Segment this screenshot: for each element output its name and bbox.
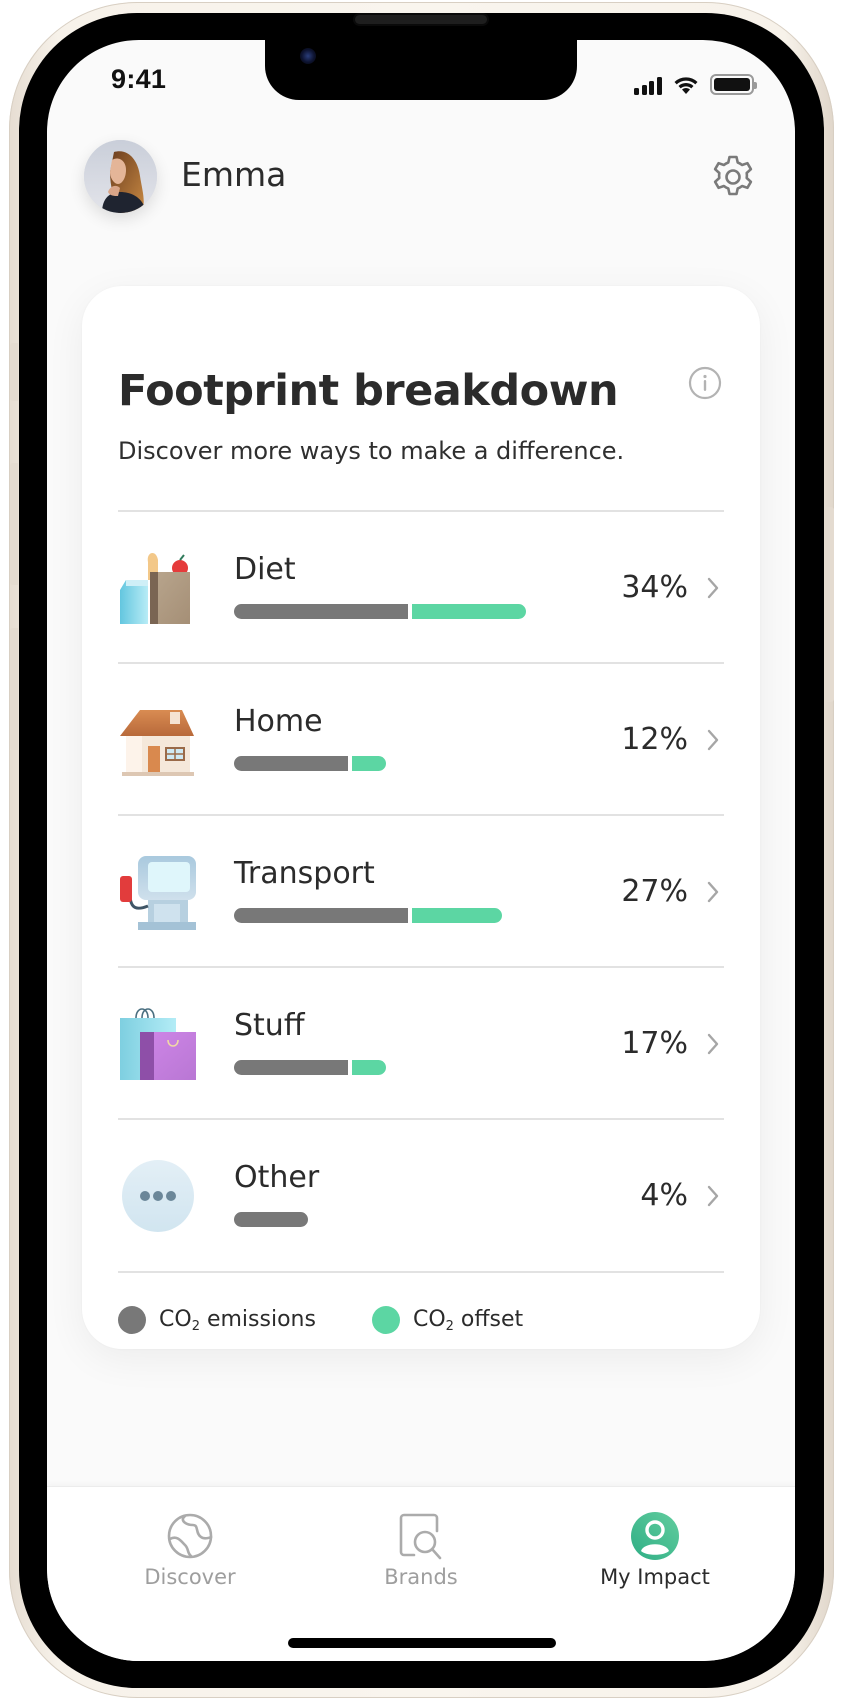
wifi-icon <box>674 77 697 94</box>
notch <box>265 40 577 100</box>
legend: CO2 emissions CO2 offset <box>118 1306 523 1334</box>
house-icon <box>120 710 194 776</box>
footprint-bar <box>234 908 502 923</box>
footprint-bar <box>234 756 386 771</box>
category-row-diet[interactable]: Diet 34% <box>82 512 760 664</box>
tab-my-impact[interactable]: My Impact <box>555 1487 755 1617</box>
emissions-bar-segment <box>234 908 408 923</box>
chevron-right-icon <box>707 577 719 599</box>
cellular-signal-icon <box>634 77 662 95</box>
offset-bar-segment <box>412 908 502 923</box>
avatar[interactable] <box>84 140 157 213</box>
category-percent: 4% <box>640 1178 688 1213</box>
volume-up-button <box>10 463 18 585</box>
status-time: 9:41 <box>111 64 167 94</box>
category-row-stuff[interactable]: Stuff 17% <box>82 968 760 1120</box>
user-name: Emma <box>181 155 287 194</box>
tab-brands[interactable]: Brands <box>321 1487 521 1617</box>
app-screen: 9:41 Emma Footprint breakdown Discover m… <box>47 40 795 1661</box>
earpiece-speaker <box>355 15 487 24</box>
category-percent: 34% <box>621 570 688 605</box>
footprint-bar <box>234 604 526 619</box>
legend-label: CO2 emissions <box>159 1306 316 1334</box>
offset-bar-segment <box>412 604 526 619</box>
more-dots-icon <box>122 1160 194 1232</box>
volume-down-button <box>10 628 18 750</box>
emissions-bar-segment <box>234 604 408 619</box>
chevron-right-icon <box>707 881 719 903</box>
home-indicator[interactable] <box>288 1638 556 1648</box>
globe-icon <box>167 1513 213 1559</box>
offset-bar-segment <box>352 1060 386 1075</box>
legend-item-offset: CO2 offset <box>371 1306 524 1334</box>
emissions-bar-segment <box>234 756 348 771</box>
category-percent: 17% <box>621 1026 688 1061</box>
battery-icon <box>709 74 757 95</box>
front-camera <box>300 48 316 64</box>
chevron-right-icon <box>707 729 719 751</box>
tab-label: Discover <box>144 1565 236 1589</box>
category-percent: 27% <box>621 874 688 909</box>
brand-search-icon <box>399 1513 442 1560</box>
shopping-bags-icon <box>120 1008 196 1080</box>
profile-icon <box>631 1512 679 1560</box>
category-row-transport[interactable]: Transport 27% <box>82 816 760 968</box>
offset-bar-segment <box>352 756 386 771</box>
card-subtitle: Discover more ways to make a difference. <box>118 437 625 465</box>
tab-discover[interactable]: Discover <box>90 1487 290 1617</box>
footprint-bar <box>234 1060 386 1075</box>
tab-label: My Impact <box>600 1565 710 1589</box>
silent-switch <box>10 343 18 401</box>
category-row-home[interactable]: Home 12% <box>82 664 760 816</box>
emissions-swatch <box>118 1306 146 1334</box>
status-icons <box>634 73 757 95</box>
user-avatar-photo <box>84 140 157 213</box>
legend-item-emissions: CO2 emissions <box>118 1306 316 1334</box>
gear-icon[interactable] <box>709 153 757 201</box>
chevron-right-icon <box>707 1033 719 1055</box>
tab-bar: Discover Brands My Impact <box>47 1486 795 1661</box>
fuel-pump-icon <box>120 856 196 930</box>
footprint-bar <box>234 1212 308 1227</box>
divider <box>118 1271 724 1273</box>
card-title: Footprint breakdown <box>118 366 619 416</box>
category-label: Diet <box>234 552 296 587</box>
emissions-bar-segment <box>234 1060 348 1075</box>
category-label: Stuff <box>234 1008 305 1043</box>
category-label: Other <box>234 1160 320 1195</box>
category-label: Home <box>234 704 323 739</box>
category-row-other[interactable]: Other 4% <box>82 1120 760 1272</box>
offset-swatch <box>371 1306 400 1334</box>
emissions-bar-segment <box>234 1212 308 1227</box>
info-icon[interactable] <box>688 366 722 400</box>
footprint-card: Footprint breakdown Discover more ways t… <box>82 286 760 1349</box>
power-button <box>826 507 834 702</box>
chevron-right-icon <box>707 1185 719 1207</box>
category-label: Transport <box>234 856 375 891</box>
groceries-icon <box>120 553 190 624</box>
tab-label: Brands <box>384 1565 458 1589</box>
legend-label: CO2 offset <box>412 1306 524 1334</box>
category-percent: 12% <box>621 722 688 757</box>
